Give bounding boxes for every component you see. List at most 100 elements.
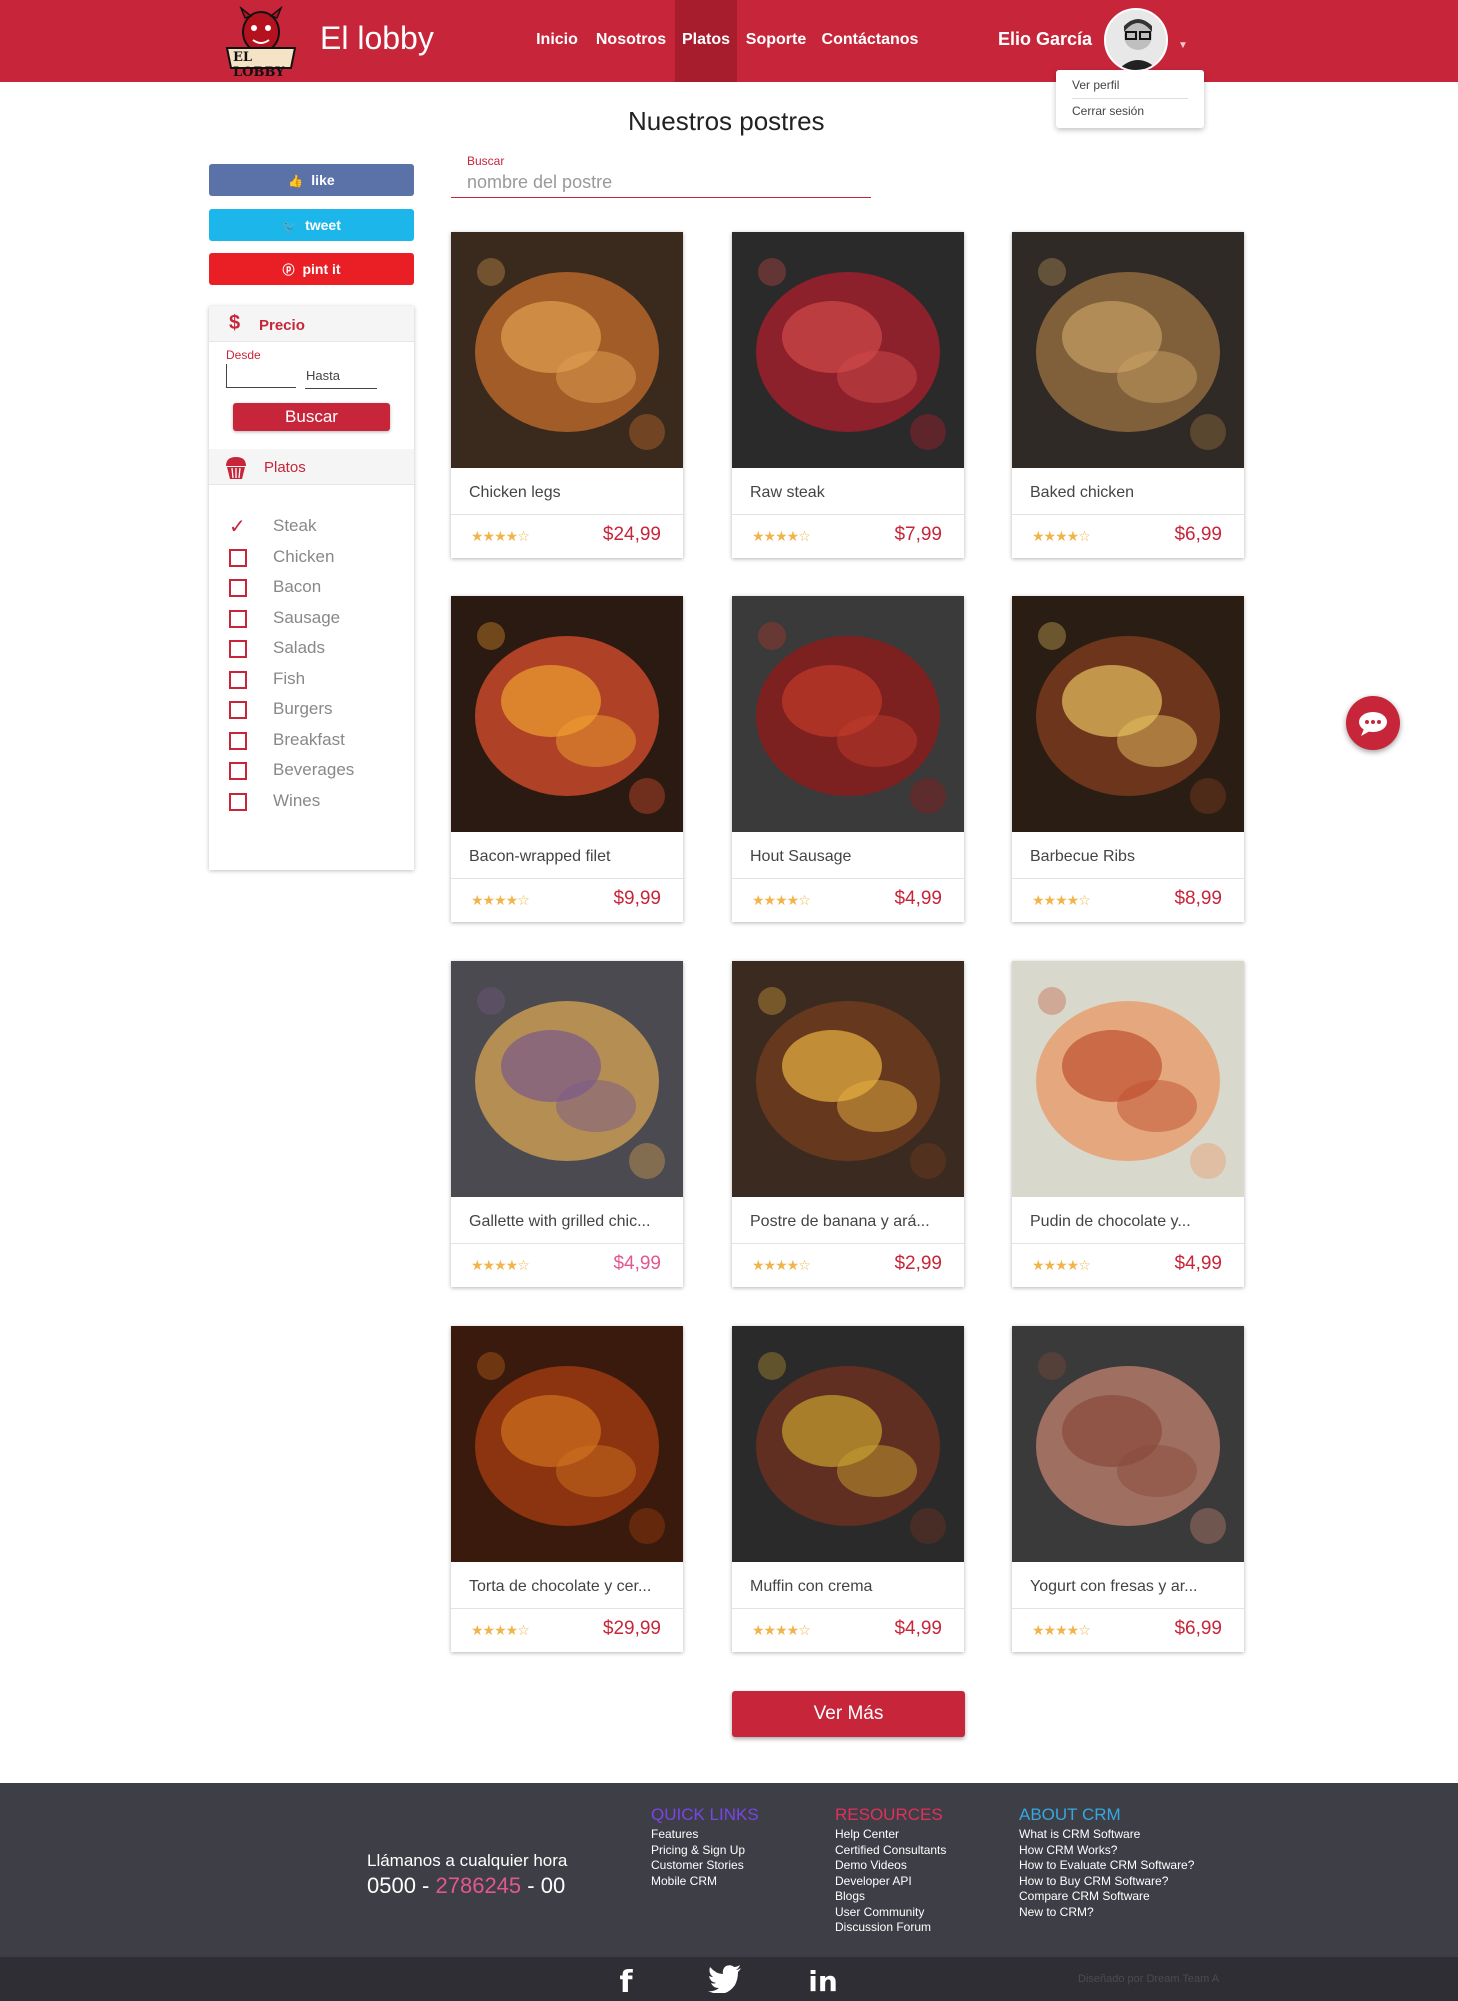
nav-inicio[interactable]: Inicio — [534, 0, 580, 82]
checkmark-icon[interactable]: ✓ — [229, 514, 246, 539]
footer-link[interactable]: How CRM Works? — [1019, 1843, 1194, 1859]
facebook-icon[interactable]: f — [616, 1965, 636, 2000]
product-image[interactable] — [1012, 1326, 1244, 1562]
product-name[interactable]: Muffin con crema — [750, 1578, 950, 1596]
view-profile-link[interactable]: Ver perfil — [1072, 78, 1119, 92]
tweet-button[interactable]: 🐦 tweet — [209, 209, 414, 241]
star-rating: ★★★★☆ — [1032, 528, 1091, 544]
checkbox[interactable] — [229, 670, 247, 689]
chevron-down-icon[interactable]: ▼ — [1178, 40, 1188, 51]
product-card[interactable]: Chicken legs ★★★★☆ $24,99 — [451, 232, 683, 558]
product-image[interactable] — [451, 1326, 683, 1562]
product-card[interactable]: Hout Sausage ★★★★☆ $4,99 — [732, 596, 964, 922]
category-label: Bacon — [273, 577, 322, 596]
raw-steak-image — [732, 232, 964, 468]
checkbox[interactable] — [229, 609, 247, 628]
product-name[interactable]: Pudin de chocolate y... — [1030, 1213, 1230, 1231]
product-card[interactable]: Raw steak ★★★★☆ $7,99 — [732, 232, 964, 558]
footer-link[interactable]: Help Center — [835, 1827, 946, 1843]
footer-link[interactable]: Mobile CRM — [651, 1874, 759, 1890]
checkbox[interactable] — [229, 548, 247, 567]
footer-link[interactable]: New to CRM? — [1019, 1905, 1194, 1921]
avatar[interactable] — [1104, 8, 1168, 72]
product-name[interactable]: Bacon-wrapped filet — [469, 848, 669, 866]
logout-link[interactable]: Cerrar sesión — [1072, 104, 1144, 118]
user-name[interactable]: Elio García — [998, 29, 1092, 50]
product-image[interactable] — [732, 1326, 964, 1562]
product-name[interactable]: Raw steak — [750, 484, 950, 502]
nav-platos[interactable]: Platos — [675, 0, 737, 82]
star-rating: ★★★★☆ — [1032, 1257, 1091, 1273]
nav-contactanos[interactable]: Contáctanos — [818, 0, 922, 82]
product-image[interactable] — [451, 232, 683, 468]
checkbox[interactable] — [229, 579, 247, 597]
product-card[interactable]: Baked chicken ★★★★☆ $6,99 — [1012, 232, 1244, 558]
footer-link[interactable]: Certified Consultants — [835, 1843, 946, 1859]
footer-link[interactable]: Pricing & Sign Up — [651, 1843, 759, 1859]
product-name[interactable]: Postre de banana y ará... — [750, 1213, 950, 1231]
product-name[interactable]: Baked chicken — [1030, 484, 1230, 502]
product-image[interactable] — [451, 961, 683, 1197]
product-name[interactable]: Yogurt con fresas y ar... — [1030, 1578, 1230, 1596]
checkbox[interactable] — [229, 701, 247, 719]
footer-link[interactable]: Discussion Forum — [835, 1920, 946, 1936]
footer-link[interactable]: Compare CRM Software — [1019, 1889, 1194, 1905]
linkedin-icon[interactable]: in — [806, 1965, 840, 1998]
product-image[interactable] — [732, 232, 964, 468]
footer-link[interactable]: Demo Videos — [835, 1858, 946, 1874]
load-more-button[interactable]: Ver Más — [732, 1691, 965, 1737]
ribs-image — [1012, 596, 1244, 832]
category-label: Sausage — [273, 607, 341, 627]
product-image[interactable] — [1012, 232, 1244, 468]
search-input[interactable] — [451, 168, 871, 198]
product-name[interactable]: Gallette with grilled chic... — [469, 1213, 669, 1231]
nav-soporte[interactable]: Soporte — [743, 0, 809, 82]
checkbox[interactable] — [229, 762, 247, 780]
thumbs-up-icon: 👍 — [288, 174, 304, 188]
price-from-input[interactable] — [226, 364, 296, 388]
footer-link[interactable]: Features — [651, 1827, 759, 1843]
product-card[interactable]: Bacon-wrapped filet ★★★★☆ $9,99 — [451, 596, 683, 922]
checkbox[interactable] — [229, 640, 247, 658]
chat-button[interactable] — [1346, 696, 1400, 750]
footer-link[interactable]: Developer API — [835, 1874, 946, 1890]
product-card[interactable]: Gallette with grilled chic... ★★★★☆ $4,99 — [451, 961, 683, 1287]
footer-link[interactable]: What is CRM Software — [1019, 1827, 1194, 1843]
facebook-like-button[interactable]: 👍 like — [209, 164, 414, 196]
checkbox[interactable] — [229, 731, 247, 750]
product-image[interactable] — [451, 596, 683, 832]
pinterest-button[interactable]: ⓟ pint it — [209, 253, 414, 285]
product-card[interactable]: Torta de chocolate y cer... ★★★★☆ $29,99 — [451, 1326, 683, 1652]
footer-link[interactable]: Blogs — [835, 1889, 946, 1905]
product-name[interactable]: Chicken legs — [469, 484, 669, 502]
product-card[interactable]: Postre de banana y ará... ★★★★☆ $2,99 — [732, 961, 964, 1287]
phone-number[interactable]: 0500 - 2786245 - 00 — [367, 1873, 565, 1899]
product-image[interactable] — [732, 596, 964, 832]
footer-link[interactable]: How to Buy CRM Software? — [1019, 1874, 1194, 1890]
checkbox[interactable] — [229, 792, 247, 811]
nav-nosotros[interactable]: Nosotros — [592, 0, 670, 82]
price-to-input[interactable] — [305, 388, 377, 389]
footer-link[interactable]: How to Evaluate CRM Software? — [1019, 1858, 1194, 1874]
price-search-button[interactable]: Buscar — [233, 403, 390, 431]
phone-suffix: - 00 — [521, 1873, 566, 1898]
product-name[interactable]: Hout Sausage — [750, 848, 950, 866]
product-card[interactable]: Pudin de chocolate y... ★★★★☆ $4,99 — [1012, 961, 1244, 1287]
product-image[interactable] — [1012, 596, 1244, 832]
product-price: $4,99 — [613, 1253, 661, 1274]
product-card[interactable]: Muffin con crema ★★★★☆ $4,99 — [732, 1326, 964, 1652]
product-card[interactable]: Yogurt con fresas y ar... ★★★★☆ $6,99 — [1012, 1326, 1244, 1652]
footer-link[interactable]: Customer Stories — [651, 1858, 759, 1874]
twitter-icon[interactable] — [707, 1965, 743, 1995]
resources-column: RESOURCES Help Center Certified Consultan… — [835, 1805, 946, 1936]
brand-name[interactable]: El lobby — [320, 20, 434, 57]
product-name[interactable]: Torta de chocolate y cer... — [469, 1578, 669, 1596]
product-image[interactable] — [1012, 961, 1244, 1197]
product-image[interactable] — [732, 961, 964, 1197]
footer-link[interactable]: User Community — [835, 1905, 946, 1921]
baked-chicken-image — [1012, 232, 1244, 468]
logo[interactable]: EL LOBBY — [221, 5, 301, 80]
quick-links-column: QUICK LINKS Features Pricing & Sign Up Cus… — [651, 1805, 759, 1889]
product-name[interactable]: Barbecue Ribs — [1030, 848, 1230, 866]
product-card[interactable]: Barbecue Ribs ★★★★☆ $8,99 — [1012, 596, 1244, 922]
